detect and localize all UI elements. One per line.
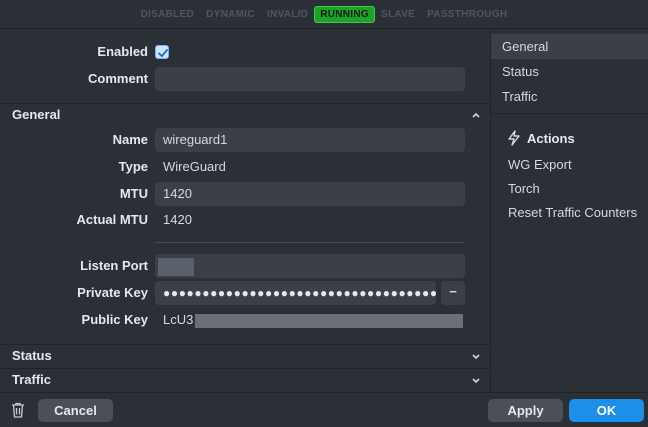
- cancel-button[interactable]: Cancel: [38, 399, 113, 422]
- trash-icon[interactable]: [11, 402, 25, 418]
- enabled-checkbox[interactable]: [155, 45, 169, 59]
- name-label: Name: [112, 132, 148, 147]
- lightning-icon: [508, 130, 520, 146]
- type-value: WireGuard: [163, 159, 226, 174]
- sidebar-item-traffic[interactable]: Traffic: [491, 84, 648, 109]
- traffic-section-title: Traffic: [12, 372, 52, 387]
- mtu-label: MTU: [119, 186, 148, 201]
- actual-mtu-label: Actual MTU: [76, 212, 149, 227]
- general-section-title: General: [12, 107, 61, 122]
- status-section-header[interactable]: Status: [0, 344, 489, 368]
- chevron-down-icon: [472, 378, 480, 384]
- flag-invalid: INVALID: [266, 8, 309, 20]
- public-key-prefix: LcU3: [163, 312, 194, 327]
- private-key-input[interactable]: ●●●●●●●●●●●●●●●●●●●●●●●●●●●●●●●●●●●●●: [155, 281, 436, 305]
- action-reset-traffic-counters[interactable]: Reset Traffic Counters: [508, 203, 637, 223]
- comment-row: Comment: [0, 67, 489, 91]
- flag-disabled: DISABLED: [140, 8, 195, 20]
- private-key-toggle-button[interactable]: −: [441, 281, 465, 305]
- enabled-label: Enabled: [97, 44, 148, 59]
- private-key-label: Private Key: [77, 285, 148, 300]
- name-row: Name wireguard1: [0, 128, 489, 152]
- apply-button[interactable]: Apply: [488, 399, 563, 422]
- interface-form: Enabled Comment General Name wireguard1 …: [0, 30, 489, 392]
- check-icon: [158, 49, 168, 58]
- status-flags-bar: DISABLED DYNAMIC INVALID RUNNING SLAVE P…: [0, 0, 648, 29]
- actual-mtu-value: 1420: [163, 212, 192, 227]
- mtu-input[interactable]: 1420: [155, 182, 465, 206]
- flag-passthrough: PASSTHROUGH: [427, 8, 508, 20]
- flag-slave: SLAVE: [380, 8, 416, 20]
- sidebar: General Status Traffic Actions WG Export…: [490, 30, 648, 392]
- action-wg-export[interactable]: WG Export: [508, 155, 572, 175]
- actual-mtu-row: Actual MTU 1420: [0, 208, 489, 232]
- type-label: Type: [118, 159, 148, 174]
- enabled-row: Enabled: [0, 40, 489, 64]
- chevron-up-icon: [472, 112, 480, 118]
- traffic-section-header[interactable]: Traffic: [0, 368, 489, 392]
- action-torch[interactable]: Torch: [508, 179, 540, 199]
- listen-port-label: Listen Port: [80, 258, 148, 273]
- private-key-row: Private Key ●●●●●●●●●●●●●●●●●●●●●●●●●●●●…: [0, 281, 489, 305]
- comment-label: Comment: [88, 71, 148, 86]
- listen-port-input[interactable]: [155, 254, 465, 278]
- listen-port-row: Listen Port: [0, 254, 489, 278]
- public-key-label: Public Key: [81, 312, 148, 327]
- form-divider: [155, 242, 465, 243]
- public-key-redacted: [195, 313, 464, 328]
- name-input[interactable]: wireguard1: [155, 128, 465, 152]
- public-key-value: LcU3: [163, 308, 464, 332]
- sidebar-item-general[interactable]: General: [491, 34, 648, 59]
- ok-button[interactable]: OK: [569, 399, 644, 422]
- public-key-row: Public Key LcU3: [0, 308, 489, 332]
- mtu-row: MTU 1420: [0, 182, 489, 206]
- flag-dynamic: DYNAMIC: [206, 8, 255, 20]
- general-section-header[interactable]: General: [0, 103, 489, 127]
- sidebar-divider: [491, 113, 648, 114]
- chevron-down-icon: [472, 354, 480, 360]
- actions-title: Actions: [527, 130, 575, 146]
- footer-bar: Cancel Apply OK: [0, 392, 648, 427]
- actions-header: Actions: [507, 130, 575, 146]
- comment-input[interactable]: [155, 67, 465, 91]
- listen-port-redacted: [158, 257, 194, 276]
- type-row: Type WireGuard: [0, 155, 489, 179]
- flag-running: RUNNING: [314, 5, 375, 23]
- status-section-title: Status: [12, 348, 52, 363]
- sidebar-item-status[interactable]: Status: [491, 59, 648, 84]
